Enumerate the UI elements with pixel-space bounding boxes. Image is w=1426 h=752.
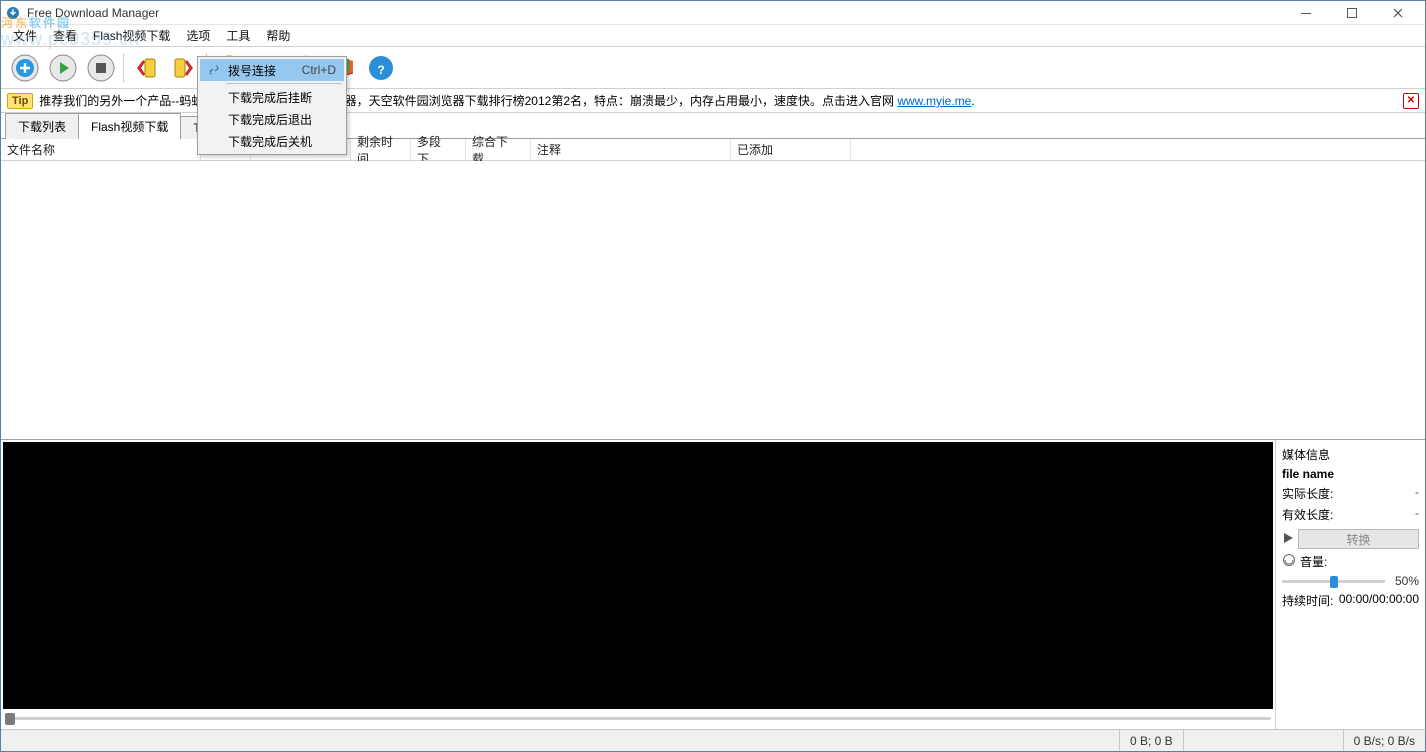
row-valid-length: 有效长度:-	[1282, 506, 1419, 523]
minimize-button[interactable]	[1283, 2, 1329, 24]
svg-text:?: ?	[377, 63, 384, 77]
col-timeleft[interactable]: 剩余时间	[351, 139, 411, 160]
col-comment[interactable]: 注释	[531, 139, 731, 160]
statusbar: 0 B; 0 B 0 B/s; 0 B/s	[1, 729, 1425, 751]
dd-label: 下载完成后关机	[224, 133, 340, 150]
status-empty	[1183, 730, 1343, 751]
media-info-title: 媒体信息	[1282, 446, 1419, 463]
menu-tools[interactable]: 工具	[218, 26, 258, 46]
volume-percent: 50%	[1389, 574, 1419, 588]
play-icon[interactable]	[1282, 532, 1294, 547]
lower-panel: 媒体信息 file name 实际长度:- 有效长度:- 转换 音量: 50% …	[1, 439, 1425, 729]
menu-flash[interactable]: Flash视频下载	[85, 26, 178, 46]
tab-downloads[interactable]: 下载列表	[5, 113, 79, 139]
start-download-button[interactable]	[45, 50, 81, 86]
dd-hangup-after[interactable]: 下载完成后挂断	[200, 86, 344, 108]
menubar: 文件 查看 Flash视频下载 选项 工具 帮助	[1, 25, 1425, 47]
status-size: 0 B; 0 B	[1119, 730, 1183, 751]
menu-view[interactable]: 查看	[45, 26, 85, 46]
dd-separator	[226, 83, 342, 84]
dd-label: 下载完成后退出	[224, 111, 340, 128]
col-speed[interactable]: 综合下载...	[466, 139, 531, 160]
stop-download-button[interactable]	[83, 50, 119, 86]
close-button[interactable]	[1375, 2, 1421, 24]
titlebar: Free Download Manager	[1, 1, 1425, 25]
mute-icon[interactable]	[1282, 553, 1296, 570]
connection-dropdown: 拨号连接 Ctrl+D 下载完成后挂断 下载完成后退出 下载完成后关机	[197, 56, 347, 155]
dd-dial-connect[interactable]: 拨号连接 Ctrl+D	[200, 59, 344, 81]
video-pane	[1, 440, 1275, 729]
convert-button[interactable]: 转换	[1298, 529, 1419, 549]
volume-label: 音量:	[1300, 553, 1327, 570]
col-sections[interactable]: 多段下...	[411, 139, 466, 160]
dd-accel: Ctrl+D	[302, 63, 340, 77]
list-body[interactable]	[1, 161, 1425, 439]
media-file-name: file name	[1282, 467, 1419, 481]
row-duration: 持续时间: 00:00/00:00:00	[1282, 592, 1419, 609]
app-icon	[5, 5, 21, 21]
toolbar-separator	[123, 53, 124, 83]
tab-flash-video[interactable]: Flash视频下载	[78, 113, 181, 139]
link-icon	[204, 63, 224, 77]
dd-exit-after[interactable]: 下载完成后退出	[200, 108, 344, 130]
menu-help[interactable]: 帮助	[258, 26, 298, 46]
col-added[interactable]: 已添加	[731, 139, 851, 160]
dd-shutdown-after[interactable]: 下载完成后关机	[200, 130, 344, 152]
video-seek-slider[interactable]	[5, 711, 1271, 727]
window-title: Free Download Manager	[27, 6, 1283, 20]
help-button[interactable]: ?	[363, 50, 399, 86]
maximize-button[interactable]	[1329, 2, 1375, 24]
tip-close-button[interactable]: ✕	[1403, 93, 1419, 109]
status-speed: 0 B/s; 0 B/s	[1343, 730, 1425, 751]
row-actual-length: 实际长度:-	[1282, 485, 1419, 502]
media-info-panel: 媒体信息 file name 实际长度:- 有效长度:- 转换 音量: 50% …	[1275, 440, 1425, 729]
dd-label: 下载完成后挂断	[224, 89, 340, 106]
dd-label: 拨号连接	[224, 62, 302, 79]
volume-slider[interactable]	[1282, 575, 1385, 587]
add-download-button[interactable]	[7, 50, 43, 86]
tip-badge: Tip	[7, 93, 33, 109]
col-filename[interactable]: 文件名称	[1, 139, 201, 160]
video-area[interactable]	[3, 442, 1273, 709]
start-all-button[interactable]	[128, 50, 164, 86]
tip-link[interactable]: www.myie.me	[897, 94, 971, 108]
menu-options[interactable]: 选项	[178, 26, 218, 46]
menu-file[interactable]: 文件	[5, 26, 45, 46]
